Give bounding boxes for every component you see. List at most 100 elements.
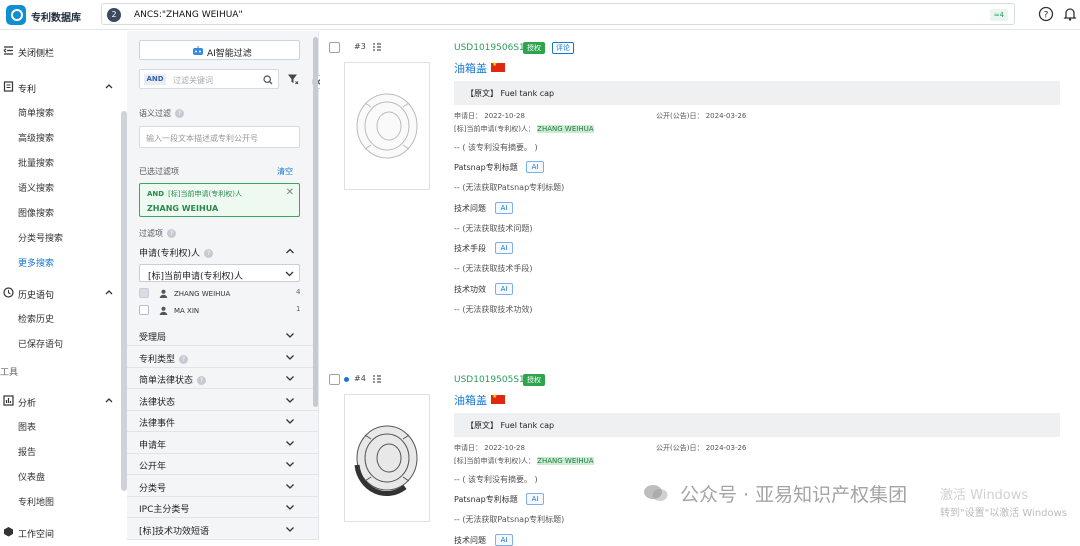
query-badge[interactable]: 2 <box>107 8 121 22</box>
chevron-down-icon[interactable] <box>285 502 295 512</box>
sidebar-item-simple-search[interactable]: 简单搜索 <box>18 106 54 119</box>
sidebar-item-semantic-search[interactable]: 语义搜索 <box>18 181 54 194</box>
help-icon[interactable]: ? <box>204 249 214 258</box>
filter-section[interactable]: 简单法律状态? <box>127 367 318 389</box>
clear-filters-link[interactable]: 清空 <box>277 166 293 177</box>
filter-section[interactable]: 分类号 <box>127 475 318 497</box>
sidebar-item-batch-search[interactable]: 批量搜索 <box>18 156 54 169</box>
notification-bell-icon[interactable] <box>1062 6 1078 22</box>
applicant-type-select[interactable]: [标]当前申请(专利权)人 <box>139 264 300 282</box>
list-view-icon[interactable] <box>372 374 382 384</box>
search-query-text[interactable]: ANCS:"ZHANG WEIHUA" <box>134 10 243 20</box>
sidebar-section-history[interactable]: 历史语句 <box>0 282 122 304</box>
filter-panel: AI智能过滤 AND 过滤关键词 语义过滤? 输入一段文本描述或专利公开号 已选… <box>127 31 326 540</box>
ai-filter-button[interactable]: AI智能过滤 <box>139 40 300 60</box>
publication-number[interactable]: USD1019505S1 <box>454 375 525 385</box>
patent-title[interactable]: 油箱盖 <box>454 60 487 76</box>
close-icon[interactable]: ✕ <box>286 187 294 198</box>
sidebar-item-charts[interactable]: 图表 <box>18 420 36 433</box>
applicant-highlight[interactable]: ZHANG WEIHUA <box>537 125 594 133</box>
keyword-operator-badge[interactable]: AND <box>144 74 166 85</box>
result-checkbox[interactable] <box>329 42 340 53</box>
person-icon <box>159 306 168 315</box>
ai-badge[interactable]: AI <box>495 282 513 295</box>
applicant-checkbox-ma[interactable] <box>139 305 149 315</box>
sidebar-item-classification-search[interactable]: 分类号搜索 <box>18 231 63 244</box>
filter-section[interactable]: 申请年 <box>127 432 318 454</box>
chevron-down-icon[interactable] <box>285 416 295 426</box>
chevron-up-icon[interactable] <box>104 395 114 405</box>
ai-badge[interactable]: AI <box>526 161 544 173</box>
sidebar-item-reports[interactable]: 报告 <box>18 445 36 458</box>
filter-section-applicant[interactable]: 申请(专利权)人? <box>127 240 318 262</box>
filter-scrollbar[interactable] <box>313 37 318 407</box>
collapse-sidebar-button[interactable]: 关闭侧栏 <box>0 40 122 62</box>
applicant-highlight[interactable]: ZHANG WEIHUA <box>537 457 594 465</box>
ai-badge[interactable]: AI <box>526 493 544 505</box>
sidebar-item-saved-queries[interactable]: 已保存语句 <box>18 337 63 350</box>
ai-badge[interactable]: AI <box>495 201 513 214</box>
results-list: #3USD1019506S1授权评论油箱盖【原文】 Fuel tank cap申… <box>320 31 1080 546</box>
publication-number[interactable]: USD1019506S1 <box>454 43 525 53</box>
help-icon[interactable]: ? <box>167 229 176 238</box>
patent-title[interactable]: 油箱盖 <box>454 392 487 408</box>
chevron-down-icon[interactable] <box>285 438 295 448</box>
filter-section[interactable]: 公开年 <box>127 453 318 475</box>
keyword-placeholder: 过滤关键词 <box>173 76 213 85</box>
chevron-down-icon[interactable] <box>285 481 295 491</box>
sidebar-item-dashboard[interactable]: 仪表盘 <box>18 470 45 483</box>
apply-date-row: 申请日： 2022-10-28 <box>454 444 525 452</box>
applicant-name[interactable]: ZHANG WEIHUA <box>174 290 230 298</box>
patent-drawing-thumbnail[interactable] <box>344 62 430 190</box>
sidebar-item-search-history[interactable]: 检索历史 <box>18 312 54 325</box>
filter-section[interactable]: 法律事件 <box>127 410 318 432</box>
filter-section[interactable]: 受理局 <box>127 324 318 346</box>
sidebar-section-patent[interactable]: 专利 <box>0 76 122 98</box>
filter-section[interactable]: 专利类型? <box>127 346 318 368</box>
filter-section[interactable]: [标]技术功效短语 <box>127 518 318 540</box>
applicant-checkbox-zhang[interactable] <box>139 288 149 298</box>
help-icon[interactable]: ? <box>197 376 207 385</box>
filter-settings-icon[interactable] <box>287 73 299 85</box>
filter-section-label: 受理局 <box>139 333 167 343</box>
sidebar-item-more-search[interactable]: 更多搜索 <box>18 256 54 269</box>
chevron-down-icon[interactable] <box>285 395 295 405</box>
patent-drawing-thumbnail[interactable] <box>344 394 430 522</box>
selected-filter-chip[interactable]: AND [标]当前申请(专利权)人 ZHANG WEIHUA ✕ <box>139 183 300 217</box>
sidebar-section-analysis[interactable]: 分析 <box>0 390 122 412</box>
help-icon[interactable]: ? <box>1038 6 1054 22</box>
svg-text:?: ? <box>1044 11 1049 21</box>
filter-section[interactable]: 法律状态 <box>127 389 318 411</box>
filter-section-label: 申请(专利权)人 <box>139 249 201 259</box>
chip-field: [标]当前申请(专利权)人 <box>168 190 243 198</box>
sidebar-section-label: 分析 <box>18 399 37 409</box>
ai-field-label: 技术问题 <box>454 535 486 545</box>
china-flag-icon <box>491 393 505 404</box>
search-bar[interactable]: 2 ANCS:"ZHANG WEIHUA" ≈4 <box>101 3 1015 25</box>
pub-date-row: 公开(公告)日： 2024-03-26 <box>656 444 747 452</box>
sidebar-item-advanced-search[interactable]: 高级搜索 <box>18 131 54 144</box>
apply-date-row: 申请日： 2022-10-28 <box>454 112 525 120</box>
applicant-name[interactable]: MA XIN <box>174 307 199 315</box>
semantic-filter-input[interactable]: 输入一段文本描述或专利公开号 <box>139 126 300 148</box>
help-icon[interactable]: ? <box>179 354 189 364</box>
chevron-down-icon[interactable] <box>285 524 295 534</box>
sidebar-item-patent-map[interactable]: 专利地图 <box>18 495 54 508</box>
chevron-down-icon[interactable] <box>285 373 295 383</box>
filter-section[interactable]: IPC主分类号 <box>127 496 318 518</box>
keyword-filter-input[interactable]: AND 过滤关键词 <box>139 69 279 89</box>
status-badge[interactable]: 评论 <box>552 42 574 54</box>
help-icon[interactable]: ? <box>175 109 184 118</box>
list-view-icon[interactable] <box>372 42 382 52</box>
ai-badge[interactable]: AI <box>495 242 513 254</box>
chevron-down-icon[interactable] <box>285 352 295 362</box>
app-logo-icon[interactable] <box>6 5 26 25</box>
search-icon[interactable] <box>263 75 273 85</box>
sidebar-item-image-search[interactable]: 图像搜索 <box>18 206 54 219</box>
chevron-up-icon[interactable] <box>104 287 114 297</box>
chevron-up-icon[interactable] <box>104 81 114 91</box>
result-checkbox[interactable] <box>329 374 340 385</box>
chevron-up-icon[interactable] <box>285 246 295 256</box>
chevron-down-icon[interactable] <box>285 330 295 340</box>
chevron-down-icon[interactable] <box>285 459 295 469</box>
